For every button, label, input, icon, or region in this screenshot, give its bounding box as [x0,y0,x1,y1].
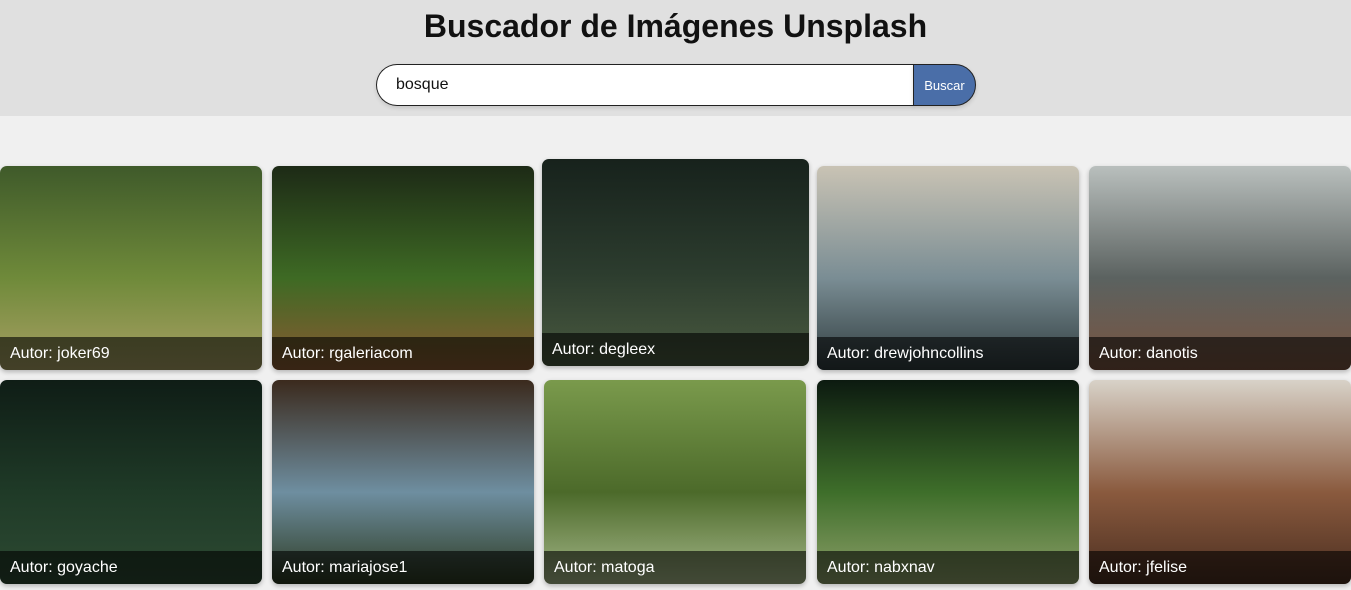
author-caption: Autor: degleex [542,333,809,366]
search-bar: Buscar [376,64,976,106]
image-card[interactable]: Autor: matoga [544,380,806,584]
image-card[interactable]: Autor: drewjohncollins [817,166,1079,370]
header-bar: Buscador de Imágenes Unsplash Buscar [0,0,1351,116]
image-card[interactable]: Autor: joker69 [0,166,262,370]
image-card[interactable]: Autor: jfelise [1089,380,1351,584]
page-title: Buscador de Imágenes Unsplash [423,8,928,44]
author-caption: Autor: nabxnav [817,551,1079,584]
search-button[interactable]: Buscar [913,64,976,106]
image-card[interactable]: Autor: rgaleriacom [272,166,534,370]
author-caption: Autor: jfelise [1089,551,1351,584]
image-card[interactable]: Autor: goyache [0,380,262,584]
author-caption: Autor: drewjohncollins [817,337,1079,370]
search-input[interactable] [376,64,914,106]
author-caption: Autor: joker69 [0,337,262,370]
image-card[interactable]: Autor: mariajose1 [272,380,534,584]
author-caption: Autor: danotis [1089,337,1351,370]
author-caption: Autor: matoga [544,551,806,584]
image-card[interactable]: Autor: danotis [1089,166,1351,370]
author-caption: Autor: goyache [0,551,262,584]
image-card[interactable]: Autor: degleex [542,159,809,366]
author-caption: Autor: mariajose1 [272,551,534,584]
image-card[interactable]: Autor: nabxnav [817,380,1079,584]
author-caption: Autor: rgaleriacom [272,337,534,370]
